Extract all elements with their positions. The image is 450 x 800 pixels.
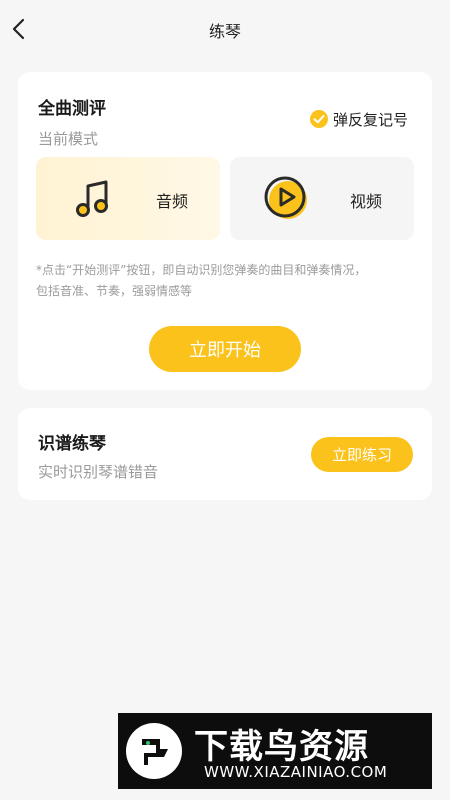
page-title: 练琴 (208, 22, 241, 41)
music-note-icon (76, 180, 108, 217)
top-bar: 练琴 (0, 0, 450, 58)
repeat-marks-toggle[interactable]: 弹反复记号 (310, 108, 408, 130)
hint-line-1: *点击“开始测评”按钮，即自动识别您弹奏的曲目和弹奏情况， (36, 263, 367, 277)
watermark-banner: 下载鸟资源 WWW.XIAZAINIAO.COM (118, 713, 432, 789)
repeat-marks-label: 弹反复记号 (333, 110, 409, 129)
score-practice-title: 识谱练琴 (38, 434, 106, 454)
watermark-url: WWW.XIAZAINIAO.COM (204, 763, 388, 781)
check-circle-icon (310, 110, 328, 128)
full-test-card: 全曲测评 当前模式 弹反复记号 音频 视频 *点击“开始测评”按钮，即自动识别您… (18, 72, 432, 390)
mode-video-label: 视频 (350, 192, 383, 211)
score-practice-card: 识谱练琴 实时识别琴谱错音 立即练习 (18, 408, 432, 500)
watermark-title: 下载鸟资源 (194, 727, 369, 767)
hint-line-2: 包括音准、节奏，强弱情感等 (36, 284, 193, 298)
test-hint-text: *点击“开始测评”按钮，即自动识别您弹奏的曲目和弹奏情况， 包括音准、节奏，强弱… (36, 260, 418, 302)
mode-video-option[interactable]: 视频 (230, 157, 414, 240)
full-test-title: 全曲测评 (38, 99, 106, 119)
start-test-button[interactable]: 立即开始 (149, 326, 301, 372)
bird-logo-icon (126, 723, 182, 779)
mode-audio-label: 音频 (156, 192, 189, 211)
play-circle-icon (264, 176, 307, 219)
score-practice-subtitle: 实时识别琴谱错音 (38, 463, 159, 481)
practice-now-button[interactable]: 立即练习 (311, 437, 413, 472)
current-mode-label: 当前模式 (38, 130, 99, 148)
mode-audio-option[interactable]: 音频 (36, 157, 220, 240)
